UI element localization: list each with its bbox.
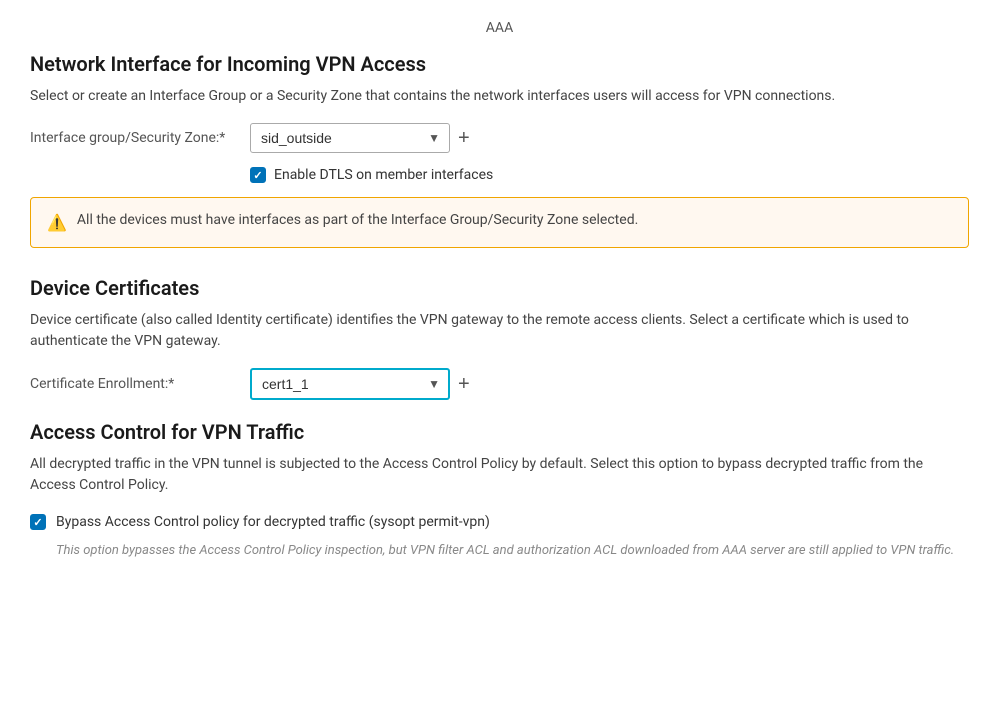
bypass-note: This option bypasses the Access Control … bbox=[56, 541, 969, 562]
vpn-section-desc: Select or create an Interface Group or a… bbox=[30, 86, 969, 107]
bypass-label: Bypass Access Control policy for decrypt… bbox=[56, 512, 490, 533]
interface-field-row: Interface group/Security Zone:* sid_outs… bbox=[30, 123, 969, 153]
warning-icon: ⚠️ bbox=[47, 211, 67, 235]
access-control-section: Access Control for VPN Traffic All decry… bbox=[30, 420, 969, 562]
cert-add-button[interactable]: + bbox=[450, 374, 478, 394]
interface-select-wrapper: sid_outside ▼ bbox=[250, 123, 450, 153]
bypass-checkbox-row: Bypass Access Control policy for decrypt… bbox=[30, 512, 969, 533]
dtls-label: Enable DTLS on member interfaces bbox=[274, 167, 493, 183]
cert-label: Certificate Enrollment:* bbox=[30, 376, 250, 392]
aaa-label: AAA bbox=[30, 20, 969, 36]
cert-section-title: Device Certificates bbox=[30, 276, 969, 300]
vpn-section: Network Interface for Incoming VPN Acces… bbox=[30, 52, 969, 248]
cert-section: Device Certificates Device certificate (… bbox=[30, 276, 969, 400]
interface-select[interactable]: sid_outside bbox=[250, 123, 450, 153]
warning-text: All the devices must have interfaces as … bbox=[77, 210, 638, 231]
access-control-desc: All decrypted traffic in the VPN tunnel … bbox=[30, 454, 969, 496]
cert-select[interactable]: cert1_1 bbox=[250, 368, 450, 400]
dtls-checkbox-row: Enable DTLS on member interfaces bbox=[250, 167, 969, 183]
interface-add-button[interactable]: + bbox=[450, 128, 478, 148]
cert-field-row: Certificate Enrollment:* cert1_1 ▼ + bbox=[30, 368, 969, 400]
bypass-checkbox[interactable] bbox=[30, 514, 46, 530]
cert-select-wrapper: cert1_1 ▼ bbox=[250, 368, 450, 400]
cert-section-desc: Device certificate (also called Identity… bbox=[30, 310, 969, 352]
access-control-title: Access Control for VPN Traffic bbox=[30, 420, 969, 444]
dtls-checkbox[interactable] bbox=[250, 167, 266, 183]
interface-label: Interface group/Security Zone:* bbox=[30, 130, 250, 146]
vpn-section-title: Network Interface for Incoming VPN Acces… bbox=[30, 52, 969, 76]
warning-box: ⚠️ All the devices must have interfaces … bbox=[30, 197, 969, 248]
